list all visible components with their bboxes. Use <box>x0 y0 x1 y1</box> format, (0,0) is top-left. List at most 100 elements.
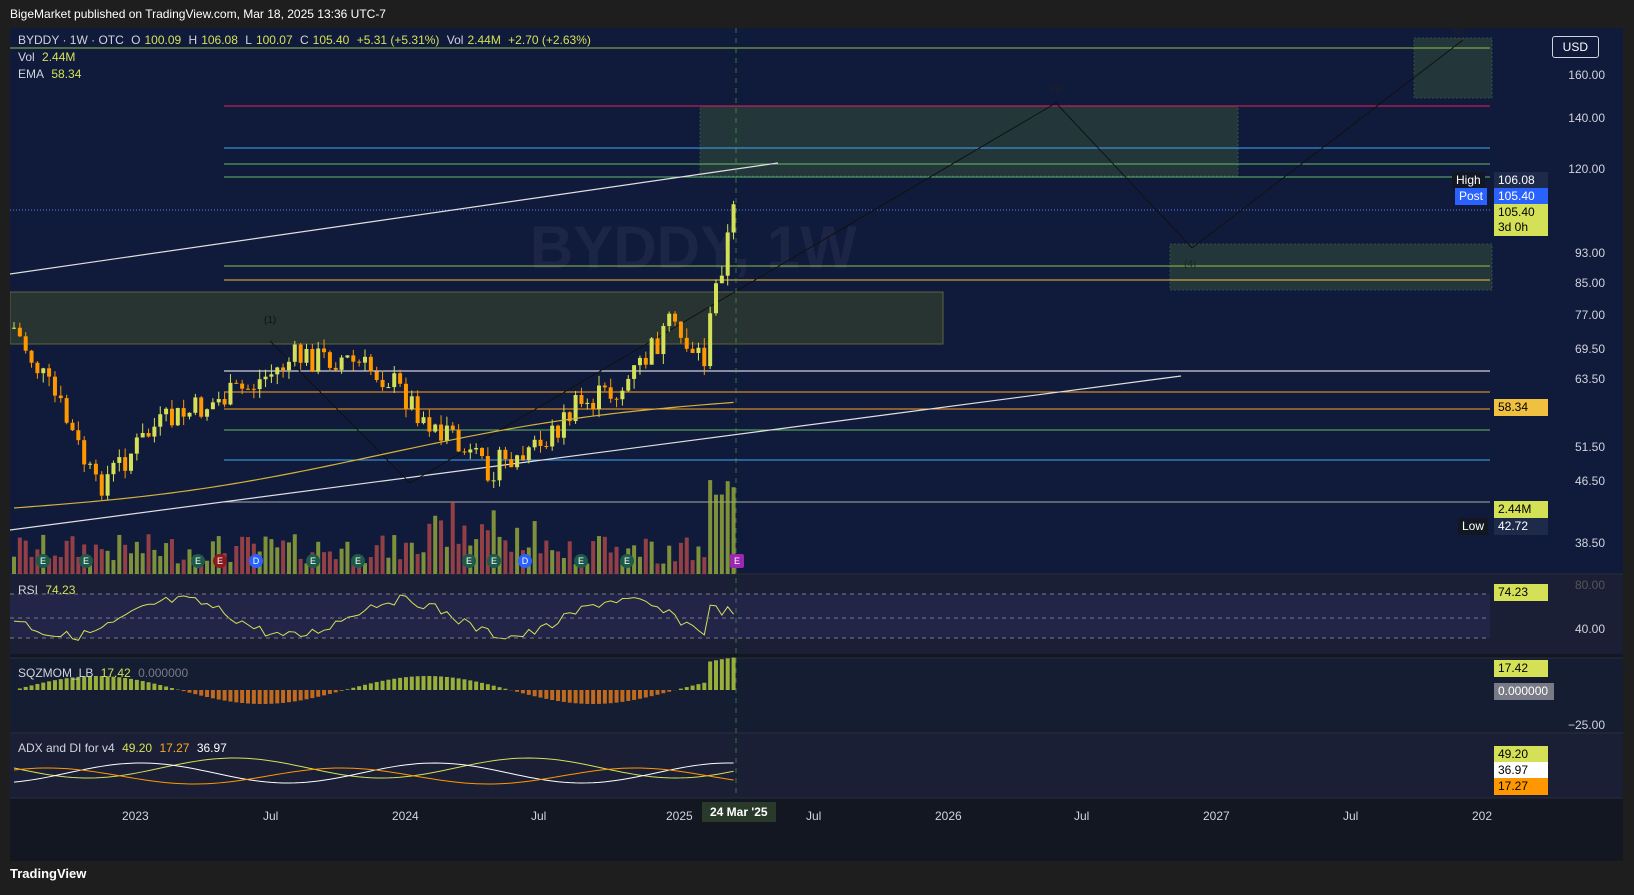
di-plus-value: 36.97 <box>196 741 227 755</box>
sqz-bar <box>526 690 531 695</box>
candle-body <box>462 451 467 453</box>
sqz-bar <box>380 680 385 690</box>
sqz-bar <box>164 686 169 690</box>
sqz-bar <box>29 685 34 690</box>
sqz-bar <box>532 690 537 697</box>
candle-body <box>690 348 695 353</box>
earnings-upcoming-badge[interactable]: E <box>730 554 744 568</box>
candle-body <box>409 396 414 410</box>
wave-label-4: (4) <box>1184 259 1197 270</box>
post-tag-value: 105.40 <box>1494 188 1548 205</box>
candle-body <box>714 283 718 314</box>
candle-body <box>444 425 449 441</box>
volume-bar <box>228 561 233 574</box>
earnings-badge[interactable]: E <box>79 554 93 568</box>
volume-bar <box>380 535 385 574</box>
rsi-legend[interactable]: RSI 74.23 <box>18 583 79 597</box>
earnings-badge[interactable]: E <box>351 554 365 568</box>
candle-body <box>532 439 537 448</box>
sqz-bar <box>468 680 473 690</box>
price-tick: 51.50 <box>1574 440 1605 454</box>
chart-area[interactable]: BYDDY, 1W BYDDY · 1W · OTC O 100.09 H 106.… <box>10 28 1623 861</box>
volume-bar <box>23 540 28 574</box>
candle-body <box>725 232 730 276</box>
sqz-bar <box>339 690 344 691</box>
volume-bar <box>298 558 303 574</box>
candle-body <box>637 357 642 366</box>
candle-body <box>614 398 619 400</box>
volume-bar <box>327 551 332 574</box>
sqz-bar <box>58 679 63 690</box>
earnings-badge[interactable]: E <box>574 554 588 568</box>
sqz-bar <box>205 690 210 698</box>
candle-body <box>105 474 110 496</box>
target-zone-3 <box>699 105 1239 177</box>
adx-legend[interactable]: ADX and DI for v4 49.20 17.27 36.97 <box>18 741 231 755</box>
volume-bar <box>444 546 449 574</box>
candle-body <box>111 462 116 475</box>
earnings-badge[interactable]: E <box>306 554 320 568</box>
dividend-badge[interactable]: D <box>249 554 263 568</box>
candle-body <box>696 347 701 353</box>
earnings-badge[interactable]: E <box>620 554 634 568</box>
sqz-bar <box>427 676 432 690</box>
candle-body <box>374 371 379 380</box>
volume-bar <box>439 520 444 574</box>
chart-canvas: BYDDY, 1W <box>10 28 1623 799</box>
candle-body <box>134 437 139 454</box>
candle-body <box>661 325 666 355</box>
sqz-bar <box>503 688 508 690</box>
candle-body <box>351 355 356 362</box>
wave-label-3: (3) <box>1050 84 1063 95</box>
volume-bar <box>93 544 98 574</box>
candle-body <box>357 361 362 363</box>
vol-legend[interactable]: Vol 2.44M <box>18 50 79 64</box>
sqz-bar <box>637 690 642 699</box>
ema-tag: 58.34 <box>1494 399 1548 416</box>
sqz-bar <box>310 690 315 699</box>
sqz-legend[interactable]: SQZMOM_LB 17.42 0.000000 <box>18 666 192 680</box>
sqz-bar <box>228 690 233 702</box>
currency-button[interactable]: USD <box>1551 36 1599 58</box>
dividend-badge[interactable]: D <box>518 554 532 568</box>
volume-bar <box>392 535 397 574</box>
candle-body <box>29 350 34 363</box>
earnings-badge[interactable]: E <box>462 554 476 568</box>
ema-legend[interactable]: EMA 58.34 <box>18 67 85 81</box>
candle-body <box>380 379 385 388</box>
earnings-badge[interactable]: E <box>213 554 227 568</box>
price-tick: 69.50 <box>1574 342 1605 356</box>
sqz-bar <box>491 685 496 690</box>
tradingview-logo: TradingView <box>10 866 86 881</box>
low-value: 100.07 <box>255 33 293 47</box>
sqz-bar <box>497 687 502 690</box>
candle-body <box>64 398 69 423</box>
vol-indicator-label: Vol <box>18 50 35 64</box>
earnings-badge[interactable]: E <box>487 554 501 568</box>
candle-body <box>415 396 420 424</box>
candle-body <box>509 459 514 468</box>
symbol-name[interactable]: BYDDY · 1W · OTC <box>18 33 124 47</box>
volume-bar <box>152 549 157 574</box>
volume-bar <box>696 546 701 574</box>
volume-bar <box>561 557 566 574</box>
candle-body <box>228 382 233 405</box>
volume-bar <box>550 550 555 574</box>
sqz-bar <box>47 681 52 690</box>
sqz-bar <box>480 682 484 690</box>
sqz-bar <box>597 690 601 704</box>
ema-value: 58.34 <box>51 67 82 81</box>
volume-bar <box>234 545 239 574</box>
candle-body <box>158 414 163 427</box>
earnings-badge[interactable]: E <box>191 554 205 568</box>
candle-body <box>316 348 321 372</box>
candle-body <box>169 408 174 426</box>
candle-body <box>474 448 479 450</box>
sqz-bar <box>620 690 625 702</box>
candle-body <box>620 390 625 400</box>
sqz-bar <box>134 679 139 690</box>
earnings-badge[interactable]: E <box>36 554 50 568</box>
sqz-bar <box>520 690 525 694</box>
volume-bar <box>117 534 122 574</box>
volume-bar <box>421 552 426 574</box>
